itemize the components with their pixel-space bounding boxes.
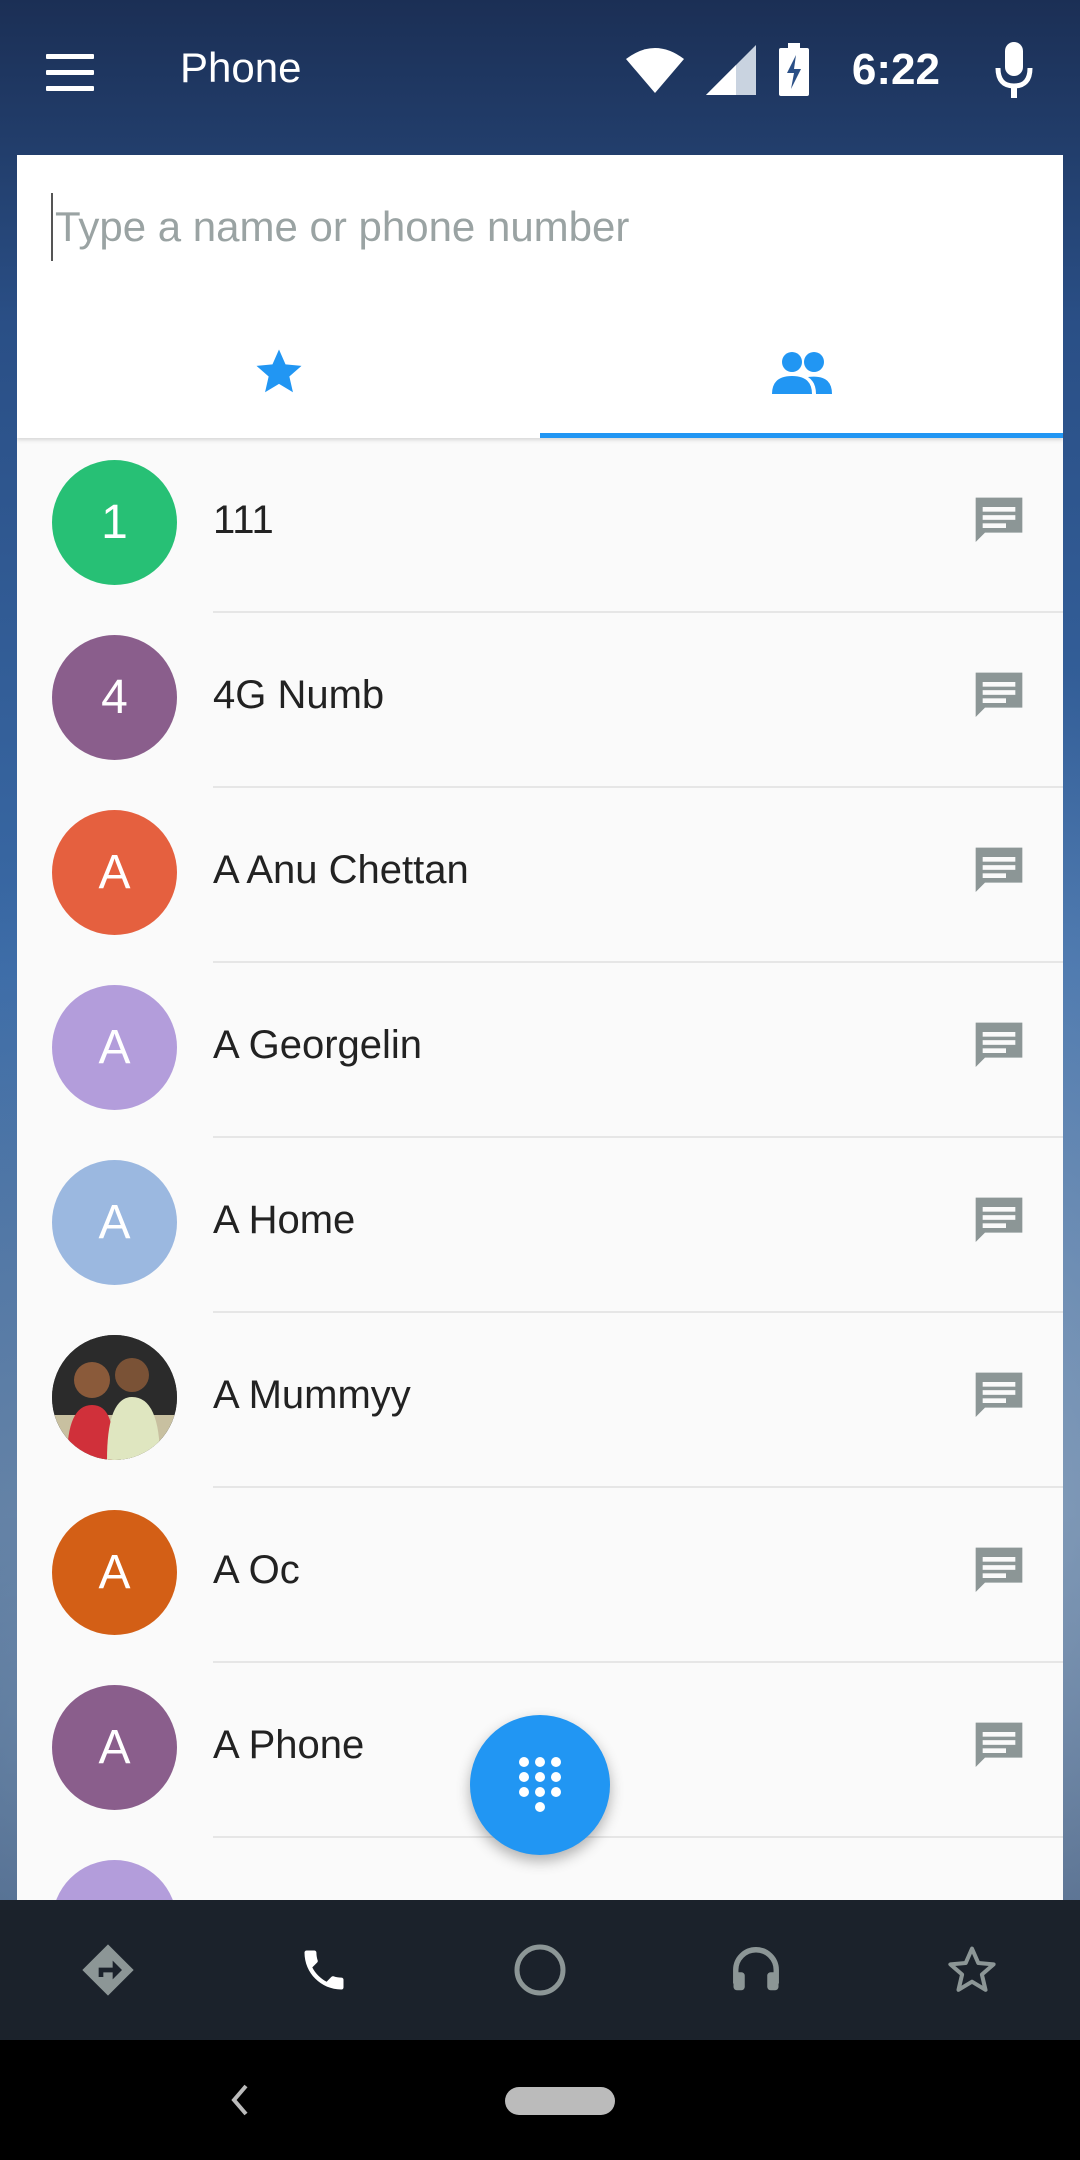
favorites-button[interactable] xyxy=(912,1910,1032,2030)
mic-icon[interactable] xyxy=(994,40,1034,100)
bottom-app-bar xyxy=(0,1900,1080,2040)
navigation-icon xyxy=(82,1944,134,1996)
search-area xyxy=(17,155,1063,438)
headphones-icon xyxy=(733,1947,779,1991)
signal-icon xyxy=(705,45,756,95)
avatar: A xyxy=(52,810,177,935)
contact-row[interactable]: 1 111 xyxy=(17,438,1063,613)
top-bar: Phone 6:22 xyxy=(0,0,1080,155)
status-bar: 6:22 xyxy=(625,40,940,100)
message-icon[interactable] xyxy=(971,1543,1027,1599)
tab-contacts[interactable] xyxy=(540,305,1063,438)
home-pill[interactable] xyxy=(505,2087,615,2115)
dialpad-button[interactable] xyxy=(470,1715,610,1855)
message-icon[interactable] xyxy=(971,1018,1027,1074)
contacts-icon xyxy=(771,351,832,394)
star-icon xyxy=(256,349,301,392)
app-title: Phone xyxy=(180,44,302,91)
system-nav-bar xyxy=(0,2040,1080,2160)
contact-photo xyxy=(52,1335,177,1460)
contact-name: 4G Numb xyxy=(213,673,385,717)
media-button[interactable] xyxy=(696,1910,816,2030)
contact-name: 111 xyxy=(213,498,274,542)
message-icon[interactable] xyxy=(971,1368,1027,1424)
contact-row[interactable]: A Mummyy xyxy=(17,1313,1063,1488)
contact-row[interactable]: A A Home xyxy=(17,1138,1063,1313)
star-outline-icon xyxy=(948,1946,996,1992)
tab-favorites[interactable] xyxy=(17,305,540,438)
contact-name: A Anu Chettan xyxy=(213,848,469,892)
contact-name: A Phone xyxy=(213,1723,365,1767)
battery-icon xyxy=(778,43,809,96)
circle-home-icon xyxy=(514,1944,566,1996)
contact-row[interactable]: A A Anu Chettan xyxy=(17,788,1063,963)
contact-row[interactable]: 4 4G Numb xyxy=(17,613,1063,788)
contact-name: A Mummyy xyxy=(213,1373,411,1417)
message-icon[interactable] xyxy=(971,668,1027,724)
message-icon[interactable] xyxy=(971,1193,1027,1249)
search-input[interactable] xyxy=(51,193,1011,261)
navigation-button[interactable] xyxy=(48,1910,168,2030)
avatar: 1 xyxy=(52,460,177,585)
contact-name: A Home xyxy=(213,1198,356,1242)
phone-icon xyxy=(304,1950,344,1990)
tab-bar xyxy=(17,305,1063,438)
contact-list: 1 111 4 4G Numb A A Anu Chettan A A Geor… xyxy=(17,438,1063,1900)
contact-name: A Georgelin xyxy=(213,1023,423,1067)
wifi-icon xyxy=(625,48,684,93)
avatar: 4 xyxy=(52,635,177,760)
back-icon[interactable] xyxy=(220,2070,260,2130)
contact-name: A Oc xyxy=(213,1548,300,1592)
avatar: A xyxy=(52,1160,177,1285)
clock: 6:22 xyxy=(851,45,940,94)
message-icon[interactable] xyxy=(971,843,1027,899)
contact-row[interactable]: A A Oc xyxy=(17,1488,1063,1663)
dialpad-icon xyxy=(519,1757,561,1812)
contact-row[interactable]: A A Georgelin xyxy=(17,963,1063,1138)
photo-image xyxy=(52,1335,177,1460)
message-icon[interactable] xyxy=(971,1718,1027,1774)
message-icon[interactable] xyxy=(971,493,1027,549)
menu-icon[interactable] xyxy=(46,54,94,91)
contacts-card: 1 111 4 4G Numb A A Anu Chettan A A Geor… xyxy=(17,155,1063,1900)
avatar: A xyxy=(52,985,177,1110)
avatar: A xyxy=(52,1685,177,1810)
phone-button[interactable] xyxy=(264,1910,384,2030)
avatar: A xyxy=(52,1510,177,1635)
home-button[interactable] xyxy=(480,1910,600,2030)
avatar xyxy=(52,1860,177,1900)
